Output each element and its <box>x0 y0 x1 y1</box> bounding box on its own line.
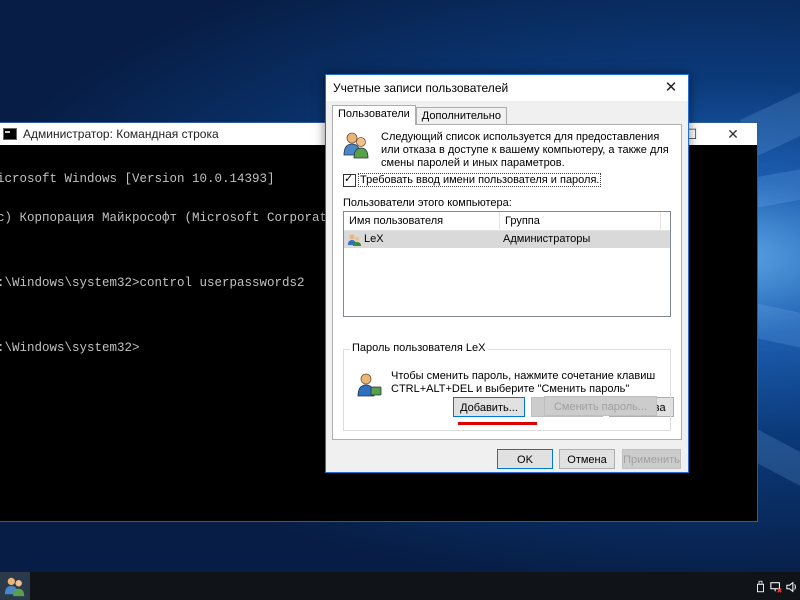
tab-users[interactable]: Пользователи <box>332 105 416 125</box>
close-icon[interactable]: ✕ <box>713 123 753 145</box>
require-login-checkbox[interactable] <box>343 172 356 187</box>
console-title: Администратор: Командная строка <box>23 127 219 141</box>
cancel-button[interactable]: Отмена <box>559 449 615 469</box>
users-app-icon <box>4 577 25 597</box>
row-group: Администраторы <box>503 233 591 245</box>
users-group-icon <box>343 132 369 159</box>
tab-advanced[interactable]: Дополнительно <box>415 107 507 125</box>
change-password-button[interactable]: Сменить пароль... <box>544 396 657 416</box>
tab-strip: Пользователи Дополнительно <box>332 105 507 125</box>
row-username: LeX <box>364 233 384 245</box>
ok-button[interactable]: OK <box>497 449 553 469</box>
column-header-group[interactable]: Группа <box>500 212 661 230</box>
user-accounts-dialog[interactable]: Учетные записи пользователей ✕ Пользоват… <box>325 74 689 473</box>
password-group-title: Пароль пользователя LeX <box>350 342 488 354</box>
taskbar-app-button[interactable] <box>0 572 30 600</box>
table-row[interactable]: LeX Администраторы <box>344 231 670 248</box>
users-tab-panel: Следующий список используется для предос… <box>332 124 682 440</box>
user-password-icon <box>357 373 382 397</box>
user-icon <box>348 234 361 246</box>
console-app-icon <box>3 128 17 140</box>
intro-text: Следующий список используется для предос… <box>381 131 669 169</box>
speaker-icon[interactable] <box>786 581 798 593</box>
users-listview[interactable]: Имя пользователя Группа LeX Администрато… <box>343 211 671 317</box>
dialog-titlebar[interactable]: Учетные записи пользователей ✕ <box>326 75 688 101</box>
row-username-cell: LeX <box>344 231 503 248</box>
users-list-label: Пользователи этого компьютера: <box>343 197 512 209</box>
network-icon[interactable] <box>770 581 782 593</box>
password-instructions: Чтобы сменить пароль, нажмите сочетание … <box>391 370 656 395</box>
close-icon[interactable]: ✕ <box>654 75 688 101</box>
usb-drive-icon[interactable] <box>756 580 765 593</box>
password-groupbox: Пароль пользователя LeX Чтобы сменить па… <box>343 342 671 431</box>
apply-button[interactable]: Применить <box>622 449 681 469</box>
require-login-row[interactable]: Требовать ввод имени пользователя и паро… <box>343 172 602 187</box>
require-login-label[interactable]: Требовать ввод имени пользователя и паро… <box>358 173 602 187</box>
listview-header: Имя пользователя Группа <box>344 212 670 231</box>
column-header-username[interactable]: Имя пользователя <box>344 212 500 230</box>
dialog-title: Учетные записи пользователей <box>333 81 509 95</box>
taskbar <box>0 572 800 600</box>
